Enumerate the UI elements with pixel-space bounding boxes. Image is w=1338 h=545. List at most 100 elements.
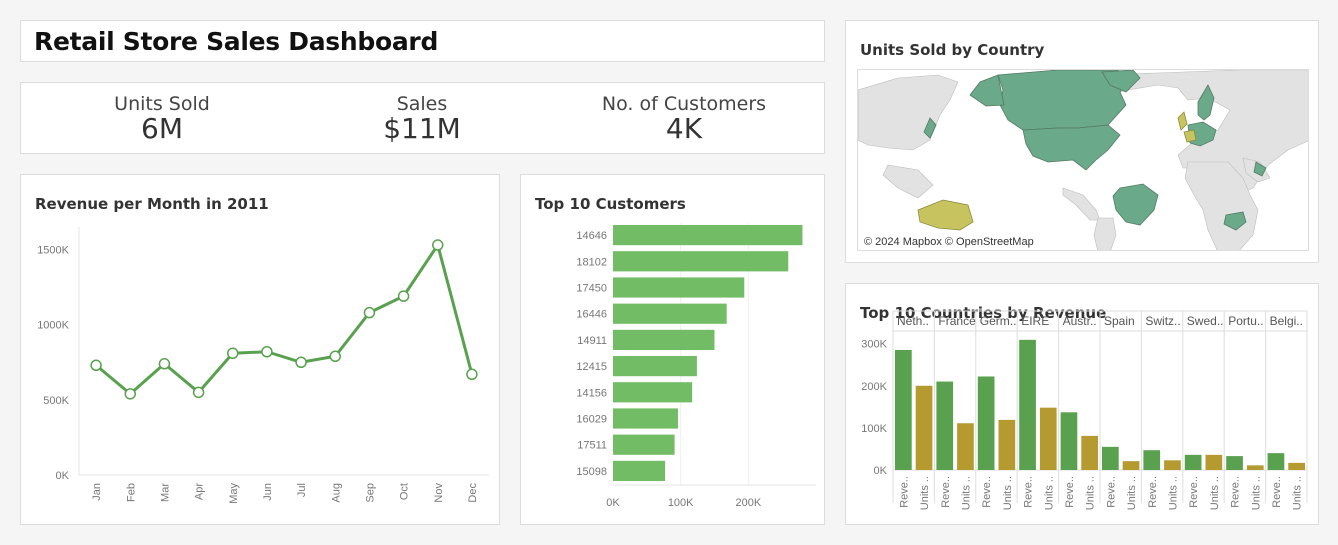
measure-label: Reve.. — [1023, 476, 1035, 508]
revenue-point — [192, 386, 205, 399]
country-header: Portu.. — [1228, 314, 1263, 328]
measure-label: Reve.. — [898, 476, 910, 508]
x-tick-label: Aug — [330, 483, 342, 503]
customer-label: 16446 — [576, 309, 607, 321]
revenue-point — [466, 368, 478, 381]
customer-bar — [613, 329, 715, 350]
x-tick-label: Sep — [364, 483, 376, 503]
country-bar — [1246, 465, 1264, 470]
kpi-customers[interactable]: No. of Customers 4K — [564, 93, 804, 143]
countries-chart-panel: Top 10 Countries by Revenue 0K 100K 200K 30… — [845, 283, 1319, 525]
x-tick-label: 200K — [735, 497, 761, 509]
country-bar — [957, 423, 974, 470]
country-bar — [1060, 412, 1078, 470]
y-tick-label: 500K — [43, 395, 69, 407]
country-header: Neth.. — [897, 314, 929, 328]
measure-label: Units .. — [960, 476, 972, 510]
customer-label: 16029 — [576, 414, 607, 426]
alaska-shape — [969, 74, 1005, 107]
country-header: Belgi.. — [1270, 314, 1303, 328]
x-tick-label: Nov — [433, 483, 445, 503]
customer-bar — [613, 408, 678, 429]
revenue-point — [90, 359, 102, 372]
country-bar — [895, 349, 912, 470]
country-bar — [1267, 453, 1285, 470]
pacific-asia-shape — [858, 74, 959, 151]
measure-label: Reve.. — [940, 476, 952, 508]
france-shape — [1183, 129, 1197, 143]
customer-label: 14156 — [576, 387, 607, 399]
map-attribution: © 2024 Mapbox © OpenStreetMap — [862, 236, 1036, 248]
brazil-shape — [1112, 183, 1159, 226]
se-asia-shape — [882, 164, 934, 199]
customer-bar — [613, 356, 697, 377]
measure-label: Reve.. — [1230, 476, 1242, 508]
revenue-chart-panel: Revenue per Month in 2011 0K 500K 1000K 150… — [20, 174, 500, 525]
revenue-point — [432, 239, 444, 251]
kpi-units-sold[interactable]: Units Sold 6M — [42, 93, 282, 143]
customer-label: 15098 — [576, 466, 607, 478]
revenue-point — [329, 350, 341, 363]
customer-bar — [613, 382, 693, 403]
revenue-point — [261, 346, 273, 358]
world-map[interactable]: © 2024 Mapbox © OpenStreetMap — [857, 69, 1309, 251]
revenue-point — [397, 290, 410, 302]
country-bar — [1102, 446, 1119, 470]
measure-label: Reve.. — [1147, 476, 1159, 508]
measure-label: Units .. — [919, 476, 931, 510]
measure-label: Reve.. — [1271, 476, 1283, 508]
map-panel: Units Sold by Country © 2024 Mapbox © Op… — [845, 20, 1319, 263]
x-tick-label: 100K — [668, 497, 694, 509]
measure-label: Units .. — [1167, 476, 1179, 510]
customer-label: 18102 — [576, 256, 607, 268]
australia-shape — [917, 199, 974, 231]
x-tick-label: Feb — [125, 483, 137, 502]
measure-label: Reve.. — [981, 476, 993, 508]
revenue-line-chart[interactable]: 0K 500K 1000K 1500K Jan Feb Mar Apr May Jun Jul Aug… — [21, 175, 501, 526]
country-bar — [936, 381, 954, 470]
customer-label: 17450 — [576, 283, 607, 295]
uk-shape — [1177, 111, 1188, 131]
x-tick-label: Jul — [296, 483, 308, 497]
x-tick-label: Mar — [159, 483, 171, 502]
usa-shape — [1022, 124, 1121, 171]
country-header: Swed.. — [1187, 314, 1224, 328]
country-header: EIRE — [1021, 314, 1049, 328]
dashboard-title: Retail Store Sales Dashboard — [34, 27, 439, 56]
country-bar — [1081, 435, 1098, 470]
revenue-series-line — [95, 243, 474, 396]
revenue-point — [227, 347, 239, 360]
country-bar — [998, 419, 1016, 470]
customer-bar — [613, 225, 803, 246]
measure-label: Reve.. — [1064, 476, 1076, 508]
customers-bar-chart[interactable]: 0K 100K 200K 14646 18102 17450 16446 14911 12415… — [521, 175, 826, 526]
countries-bar-chart[interactable]: 0K 100K 200K 300K Neth.. Reve.. Units .. France… — [846, 284, 1320, 526]
country-header: Switz.. — [1145, 314, 1180, 328]
customer-bar — [613, 460, 666, 481]
country-bar — [1184, 454, 1202, 470]
y-tick-label: 0K — [56, 470, 70, 482]
x-tick-label: Jan — [91, 483, 103, 501]
revenue-point — [295, 356, 307, 369]
south-america-west-shape — [1093, 217, 1117, 250]
country-header: Spain — [1104, 314, 1135, 328]
country-bar — [1288, 462, 1305, 470]
measure-label: Units .. — [1292, 476, 1304, 510]
kpi-sales[interactable]: Sales $11M — [302, 93, 542, 143]
measure-label: Reve.. — [1188, 476, 1200, 508]
customer-label: 12415 — [576, 361, 607, 373]
kpi-panel: Units Sold 6M Sales $11M No. of Customer… — [20, 82, 825, 154]
country-bar — [977, 376, 995, 470]
customer-label: 14646 — [576, 230, 607, 242]
measure-label: Units .. — [1085, 476, 1097, 510]
country-bar — [1164, 460, 1181, 470]
x-tick-label: Oct — [399, 483, 411, 500]
map-title: Units Sold by Country — [860, 41, 1045, 59]
country-header: France — [938, 314, 976, 328]
x-tick-label: 0K — [606, 497, 620, 509]
measure-label: Units .. — [1126, 476, 1138, 510]
y-tick-label: 200K — [861, 381, 887, 393]
kpi-value: $11M — [383, 112, 461, 145]
kpi-value: 6M — [141, 112, 183, 145]
x-tick-label: Dec — [467, 483, 479, 503]
